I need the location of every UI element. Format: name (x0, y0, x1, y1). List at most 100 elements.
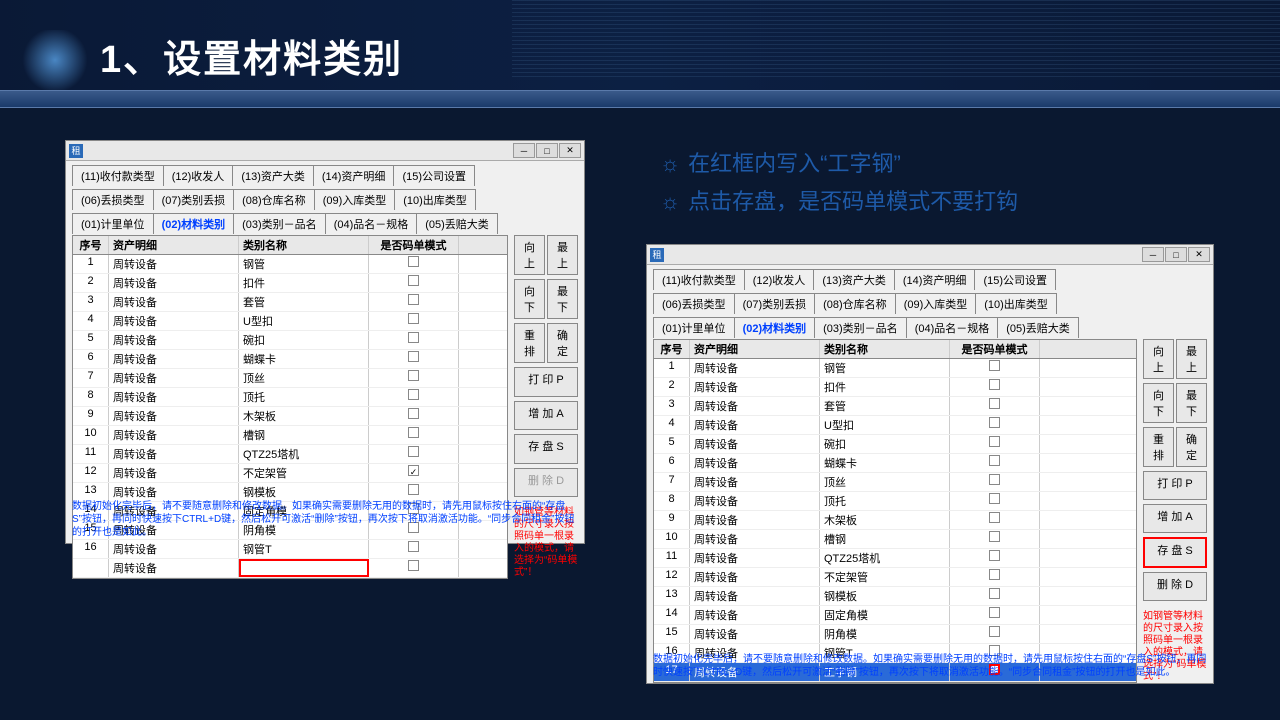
tab-2[interactable]: (02)材料类别 (153, 213, 235, 234)
cell-mode[interactable] (369, 274, 459, 292)
btn-ok[interactable]: 确定 (547, 323, 578, 363)
checkbox-icon[interactable] (408, 484, 419, 495)
tab-6[interactable]: (06)丢损类型 (72, 189, 154, 210)
cell-cat[interactable]: U型扣 (820, 416, 950, 434)
cell-cat[interactable]: 钢管T (239, 540, 369, 558)
checkbox-icon[interactable] (408, 294, 419, 305)
tab-11[interactable]: (11)收付款类型 (653, 269, 745, 290)
cell-mode[interactable] (950, 625, 1040, 643)
cell-mode[interactable] (950, 530, 1040, 548)
cell-mode[interactable] (369, 559, 459, 577)
cell-cat[interactable]: 木架板 (820, 511, 950, 529)
table-row[interactable]: 6周转设备蝴蝶卡 (654, 454, 1136, 473)
checkbox-icon[interactable] (408, 465, 419, 476)
cell-cat[interactable]: 套管 (820, 397, 950, 415)
cell-mode[interactable] (369, 350, 459, 368)
checkbox-icon[interactable] (408, 389, 419, 400)
table-row[interactable]: 12周转设备不定架管 (73, 464, 507, 483)
tab-7[interactable]: (07)类别丢损 (734, 293, 816, 314)
table-row[interactable]: 16周转设备钢管T (73, 540, 507, 559)
checkbox-icon[interactable] (989, 474, 1000, 485)
table-row[interactable]: 13周转设备钢模板 (654, 587, 1136, 606)
btn-down[interactable]: 向下 (514, 279, 545, 319)
table-row[interactable]: 10周转设备槽钢 (654, 530, 1136, 549)
cell-mode[interactable] (950, 378, 1040, 396)
btn-rearr[interactable]: 重排 (514, 323, 545, 363)
table-row[interactable]: 9周转设备木架板 (73, 407, 507, 426)
checkbox-icon[interactable] (989, 531, 1000, 542)
cell-cat[interactable]: QTZ25塔机 (239, 445, 369, 463)
checkbox-icon[interactable] (989, 379, 1000, 390)
cell-cat[interactable]: 阴角模 (820, 625, 950, 643)
cell-cat[interactable]: 槽钢 (820, 530, 950, 548)
checkbox-icon[interactable] (408, 275, 419, 286)
cell-mode[interactable] (950, 549, 1040, 567)
table-row[interactable]: 12周转设备不定架管 (654, 568, 1136, 587)
minimize-button[interactable]: ─ (1142, 247, 1164, 262)
cell-mode[interactable] (950, 587, 1040, 605)
cell-mode[interactable] (950, 473, 1040, 491)
btn-up[interactable]: 向上 (1143, 339, 1174, 379)
cell-mode[interactable] (369, 312, 459, 330)
tab-4[interactable]: (04)品名－规格 (906, 317, 999, 338)
tab-10[interactable]: (10)出库类型 (394, 189, 476, 210)
tab-12[interactable]: (12)收发人 (744, 269, 815, 290)
tab-14[interactable]: (14)资产明细 (313, 165, 395, 186)
cell-mode[interactable] (369, 426, 459, 444)
tab-3[interactable]: (03)类别－品名 (233, 213, 326, 234)
btn-print[interactable]: 打 印 P (514, 367, 578, 397)
checkbox-icon[interactable] (408, 332, 419, 343)
cell-cat[interactable]: 钢模板 (239, 483, 369, 501)
tab-13[interactable]: (13)资产大类 (813, 269, 895, 290)
btn-ok[interactable]: 确定 (1176, 427, 1207, 467)
checkbox-icon[interactable] (408, 541, 419, 552)
table-row[interactable]: 周转设备 (73, 559, 507, 578)
cell-mode[interactable] (369, 331, 459, 349)
cell-cat[interactable]: 碗扣 (239, 331, 369, 349)
cell-cat[interactable]: 蝴蝶卡 (820, 454, 950, 472)
tab-15[interactable]: (15)公司设置 (393, 165, 475, 186)
checkbox-icon[interactable] (989, 550, 1000, 561)
close-button[interactable]: ✕ (559, 143, 581, 158)
cell-cat[interactable]: QTZ25塔机 (820, 549, 950, 567)
cell-cat[interactable]: 木架板 (239, 407, 369, 425)
table-row[interactable]: 1周转设备钢管 (73, 255, 507, 274)
cell-cat[interactable]: 不定架管 (239, 464, 369, 482)
checkbox-icon[interactable] (989, 455, 1000, 466)
table-row[interactable]: 3周转设备套管 (654, 397, 1136, 416)
cell-cat[interactable]: U型扣 (239, 312, 369, 330)
checkbox-icon[interactable] (408, 446, 419, 457)
cell-mode[interactable] (369, 293, 459, 311)
tab-1[interactable]: (01)计里单位 (72, 213, 154, 234)
tab-11[interactable]: (11)收付款类型 (72, 165, 164, 186)
cell-mode[interactable] (950, 397, 1040, 415)
checkbox-icon[interactable] (989, 417, 1000, 428)
tab-2[interactable]: (02)材料类别 (734, 317, 816, 338)
tab-8[interactable]: (08)仓库名称 (814, 293, 896, 314)
cell-mode[interactable] (950, 435, 1040, 453)
table-row[interactable]: 3周转设备套管 (73, 293, 507, 312)
btn-bot[interactable]: 最下 (1176, 383, 1207, 423)
checkbox-icon[interactable] (408, 427, 419, 438)
checkbox-icon[interactable] (408, 560, 419, 571)
tab-5[interactable]: (05)丢赔大类 (997, 317, 1079, 338)
tab-4[interactable]: (04)品名－规格 (325, 213, 418, 234)
tab-3[interactable]: (03)类别－品名 (814, 317, 907, 338)
cell-mode[interactable] (369, 540, 459, 558)
tab-6[interactable]: (06)丢损类型 (653, 293, 735, 314)
cell-cat[interactable]: 顶托 (820, 492, 950, 510)
cell-cat[interactable]: 碗扣 (820, 435, 950, 453)
cell-mode[interactable] (950, 359, 1040, 377)
table-row[interactable]: 7周转设备顶丝 (73, 369, 507, 388)
cell-mode[interactable] (950, 568, 1040, 586)
checkbox-icon[interactable] (989, 493, 1000, 504)
cell-cat[interactable]: 钢管 (820, 359, 950, 377)
table-row[interactable]: 4周转设备U型扣 (73, 312, 507, 331)
btn-down[interactable]: 向下 (1143, 383, 1174, 423)
cell-cat[interactable]: 钢管 (239, 255, 369, 273)
cell-mode[interactable] (369, 255, 459, 273)
table-row[interactable]: 9周转设备木架板 (654, 511, 1136, 530)
tab-13[interactable]: (13)资产大类 (232, 165, 314, 186)
cell-cat[interactable]: 套管 (239, 293, 369, 311)
tab-9[interactable]: (09)入库类型 (314, 189, 396, 210)
